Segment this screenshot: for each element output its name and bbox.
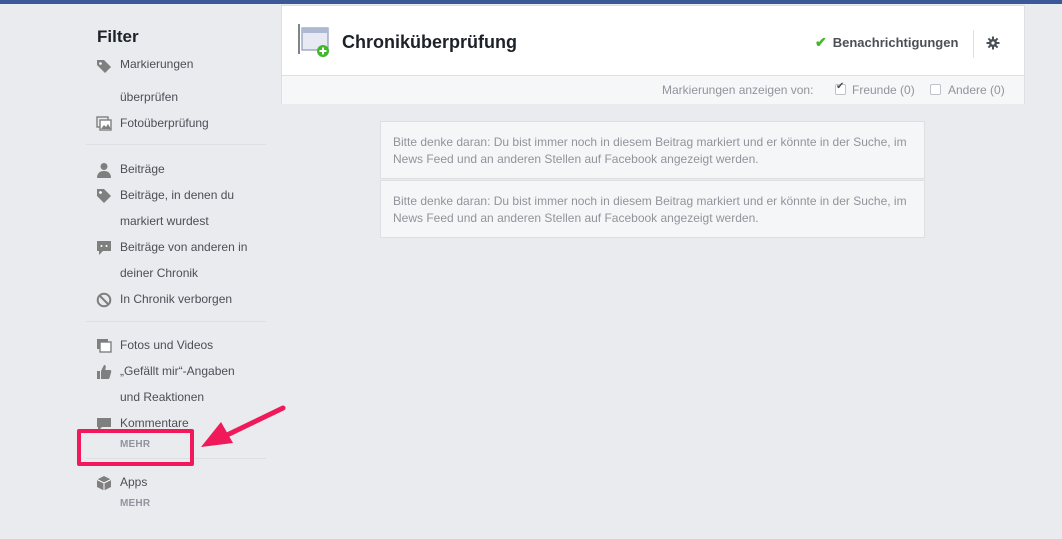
hidden-icon — [96, 292, 112, 308]
tag-icon — [97, 189, 111, 203]
notice-box: Bitte denke daran: Du bist immer noch in… — [380, 121, 925, 179]
filter-title: Filter — [97, 27, 139, 46]
sidebar-item-markierungen[interactable]: Markierungen — [94, 60, 264, 78]
sidebar-item-label: Beiträge von anderen in — [120, 240, 248, 254]
friends-checkbox[interactable] — [835, 81, 846, 95]
top-bar — [0, 0, 1062, 4]
notice-box: Bitte denke daran: Du bist immer noch in… — [380, 180, 925, 238]
divider — [973, 30, 974, 58]
like-icon — [97, 365, 112, 379]
notice-text: Bitte denke daran: Du bist immer noch in… — [393, 194, 907, 225]
sidebar-item-label: markiert wurdest — [120, 214, 209, 228]
others-checkbox-label[interactable]: Andere (0) — [948, 83, 1005, 97]
notifications-label: Benachrichtigungen — [832, 35, 959, 50]
box-icon — [96, 476, 112, 491]
sidebar-item-label: Beiträge, in denen du — [120, 188, 235, 202]
divider — [86, 144, 266, 145]
notice-text: Bitte denke daran: Du bist immer noch in… — [393, 135, 907, 166]
page-title: Chroniküberprüfung — [342, 32, 517, 52]
divider — [86, 321, 266, 322]
sidebar-item-label: Markierungen — [120, 60, 194, 71]
sidebar-item-label: überprüfen — [120, 90, 179, 104]
panel-header: Chroniküberprüfung ✔ Benachrichtigungen — [282, 6, 1024, 75]
gear-icon[interactable] — [986, 36, 1000, 50]
friends-checkbox-label[interactable]: Freunde (0) — [852, 83, 915, 97]
tag-icon — [97, 60, 111, 73]
person-icon — [97, 163, 111, 178]
timeline-review-panel: Chroniküberprüfung ✔ Benachrichtigungen … — [281, 5, 1025, 104]
filter-bar-label: Markierungen anzeigen von: — [662, 83, 814, 97]
sidebar-item-label: Beiträge — [120, 162, 165, 176]
sidebar-item-label: In Chronik verborgen — [120, 292, 233, 306]
speech-bubble-icon — [97, 241, 111, 255]
sidebar-item-label: Fotos und Videos — [120, 338, 214, 352]
filter-bar: Markierungen anzeigen von: Freunde (0) A… — [282, 75, 1024, 104]
sidebar-item-label: „Gefällt mir“-Angaben — [120, 364, 235, 378]
photos-icon — [97, 339, 112, 353]
more-link-apps[interactable]: MEHR — [120, 498, 150, 509]
pointer-arrow-icon — [201, 405, 286, 447]
photo-review-icon — [96, 116, 112, 131]
sidebar-item-label: und Reaktionen — [120, 390, 205, 404]
sidebar-item-label: deiner Chronik — [120, 266, 199, 280]
sidebar-item-label: Fotoüberprüfung — [120, 116, 209, 130]
sidebar-item-label: Apps — [120, 475, 148, 489]
highlight-box — [77, 429, 194, 466]
check-icon: ✔ — [815, 34, 827, 50]
others-checkbox[interactable] — [930, 84, 941, 95]
timeline-review-icon — [298, 24, 329, 57]
notifications-button[interactable]: ✔ Benachrichtigungen — [815, 34, 958, 51]
